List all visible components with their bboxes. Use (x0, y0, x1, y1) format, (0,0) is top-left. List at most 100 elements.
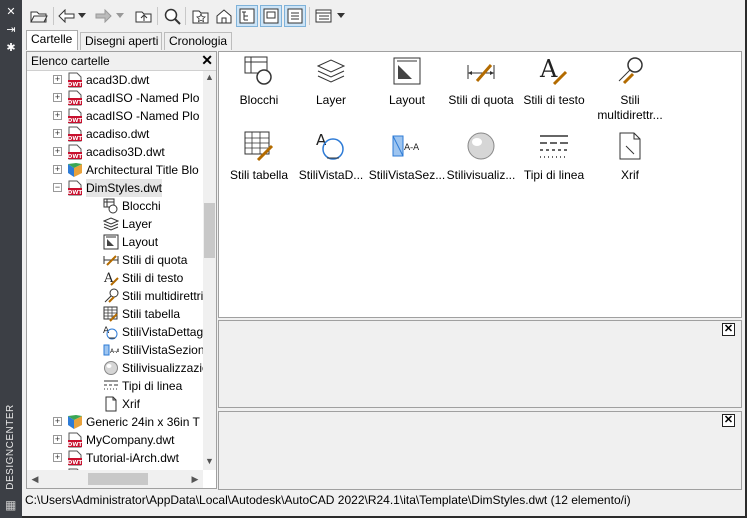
svg-text:DWT: DWT (68, 100, 83, 106)
views-icon[interactable] (313, 5, 335, 27)
tree-row-category[interactable]: Xrif (27, 395, 203, 413)
scroll-left-icon[interactable]: ◀ (29, 473, 41, 485)
visual-icon (103, 360, 119, 376)
tree-row-label: StiliVistaDettaglic (122, 325, 203, 339)
expand-icon[interactable]: + (53, 435, 62, 444)
up-icon[interactable] (133, 5, 155, 27)
autohide-icon[interactable]: ⇥ (0, 22, 22, 38)
favorites-icon[interactable] (190, 5, 212, 27)
description-icon[interactable] (284, 5, 306, 27)
preview-close-icon[interactable]: ✕ (722, 323, 735, 336)
description-close-icon[interactable]: ✕ (722, 414, 735, 427)
properties-icon[interactable]: ✱ (0, 40, 22, 56)
tree-row-category[interactable]: Stili di quota (27, 251, 203, 269)
tree-row-category[interactable]: Stili tabella (27, 305, 203, 323)
tree-row-template[interactable]: − DWT DimStyles.dwt (27, 179, 203, 197)
tree-row-label: Layer (122, 217, 153, 231)
tree-row-template[interactable]: + DWT acadiso3D.dwt (27, 143, 203, 161)
content-item[interactable]: A-A StiliVistaSez... (367, 130, 447, 202)
tree-row-template[interactable]: + DWT Tutorial-iArch.dwt (27, 449, 203, 467)
expand-icon[interactable]: + (53, 147, 62, 156)
dwt-icon: DWT (67, 432, 83, 448)
tree-row-template[interactable]: + DWT MyCompany.dwt (27, 431, 203, 449)
scroll-right-icon[interactable]: ▶ (189, 473, 201, 485)
content-item[interactable]: A Stili di testo (514, 55, 594, 127)
content-item[interactable]: Xrif (590, 130, 670, 202)
tab-folders[interactable]: Cartelle (26, 30, 78, 50)
status-bar: C:\Users\Administrator\AppData\Local\Aut… (22, 490, 745, 510)
content-item[interactable]: Stili di quota (441, 55, 521, 127)
content-item-label: StiliVistaD... (298, 168, 364, 182)
expand-icon[interactable]: + (53, 165, 62, 174)
tree-row-category[interactable]: A-A StiliVistaSezione (27, 341, 203, 359)
expand-icon[interactable]: + (53, 129, 62, 138)
content-item[interactable]: Stili tabella (219, 130, 299, 202)
scroll-up-icon[interactable]: ▲ (203, 71, 216, 83)
tree-header: Elenco cartelle ✕ (27, 52, 216, 71)
grip-icon[interactable]: ▦ (5, 498, 17, 512)
tree-row-label: Stili multidirettric (122, 289, 203, 303)
tree-row-label: acadiso3D.dwt (86, 145, 165, 159)
tab-history[interactable]: Cronologia (164, 32, 232, 50)
tree-row-category[interactable]: Stili multidirettric (27, 287, 203, 305)
mleader-icon (614, 55, 646, 87)
expand-icon[interactable]: + (53, 93, 62, 102)
blocks-icon (243, 55, 275, 87)
content-item[interactable]: Layout (367, 55, 447, 127)
views-dropdown-icon[interactable] (335, 5, 347, 27)
tree-row-category[interactable]: Blocchi (27, 197, 203, 215)
tree-row-category[interactable]: Layer (27, 215, 203, 233)
layout-icon (391, 55, 423, 87)
expand-icon[interactable]: + (53, 111, 62, 120)
content-item[interactable]: Stilivisualiz... (441, 130, 521, 202)
tab-open-drawings[interactable]: Disegni aperti (80, 32, 162, 50)
tree-vscroll-thumb[interactable] (204, 203, 215, 258)
content-item[interactable]: Blocchi (219, 55, 299, 127)
tree-row-template[interactable]: + DWT acadISO -Named Plo (27, 107, 203, 125)
tree-row-label: acadiso.dwt (86, 127, 150, 141)
forward-dropdown-icon[interactable] (114, 5, 126, 27)
expand-icon[interactable]: + (53, 417, 62, 426)
designcenter-window: Cartelle Disegni aperti Cronologia Elenc… (22, 0, 747, 516)
preview-icon[interactable] (260, 5, 282, 27)
tree-horizontal-scrollbar[interactable]: ◀ ▶ (27, 470, 203, 488)
content-item[interactable]: Layer (291, 55, 371, 127)
visual-icon (465, 130, 497, 162)
collapse-icon[interactable]: − (53, 183, 62, 192)
tree-row-category[interactable]: Stilivisualizzazion (27, 359, 203, 377)
load-icon[interactable] (28, 5, 50, 27)
tree-row-label: Stili tabella (122, 307, 181, 321)
home-icon[interactable] (213, 5, 235, 27)
search-icon[interactable] (161, 5, 183, 27)
tree-row-label: Generic 24in x 36in T (86, 415, 200, 429)
tree-row-template[interactable]: + DWT acadISO -Named Plo (27, 89, 203, 107)
palette-titlebar[interactable]: ✕ ⇥ ✱ DESIGNCENTER ▦ (0, 0, 22, 518)
tree-row-label: MyCompany.dwt (86, 433, 175, 447)
tree-row-category[interactable]: Layout (27, 233, 203, 251)
tree-toggle-icon[interactable] (236, 5, 258, 27)
close-icon[interactable]: ✕ (0, 4, 22, 20)
tree-row-template[interactable]: + Architectural Title Blo (27, 161, 203, 179)
expand-icon[interactable]: + (53, 75, 62, 84)
content-item[interactable]: A StiliVistaD... (291, 130, 371, 202)
arch-icon (67, 162, 83, 178)
content-item[interactable]: Stili multidirettr... (590, 55, 670, 127)
tree-close-icon[interactable]: ✕ (201, 52, 213, 69)
tree-vertical-scrollbar[interactable]: ▲ ▼ (203, 71, 216, 470)
tree-row-category[interactable]: A StiliVistaDettaglic (27, 323, 203, 341)
content-item[interactable]: Tipi di linea (514, 130, 594, 202)
tree-row-template[interactable]: + DWT acad3D.dwt (27, 71, 203, 89)
forward-icon[interactable] (92, 5, 114, 27)
textstyle-icon: A (538, 55, 570, 87)
back-dropdown-icon[interactable] (76, 5, 88, 27)
tree-row-category[interactable]: A Stili di testo (27, 269, 203, 287)
tree-hscroll-thumb[interactable] (88, 473, 148, 485)
scroll-down-icon[interactable]: ▼ (203, 455, 216, 467)
expand-icon[interactable]: + (53, 453, 62, 462)
tree-row-category[interactable]: Tipi di linea (27, 377, 203, 395)
detail-icon: A (315, 130, 347, 162)
tree-header-label: Elenco cartelle (31, 54, 110, 68)
tree-row-template[interactable]: + DWT acadiso.dwt (27, 125, 203, 143)
back-icon[interactable] (56, 5, 78, 27)
tree-row-template[interactable]: + Generic 24in x 36in T (27, 413, 203, 431)
